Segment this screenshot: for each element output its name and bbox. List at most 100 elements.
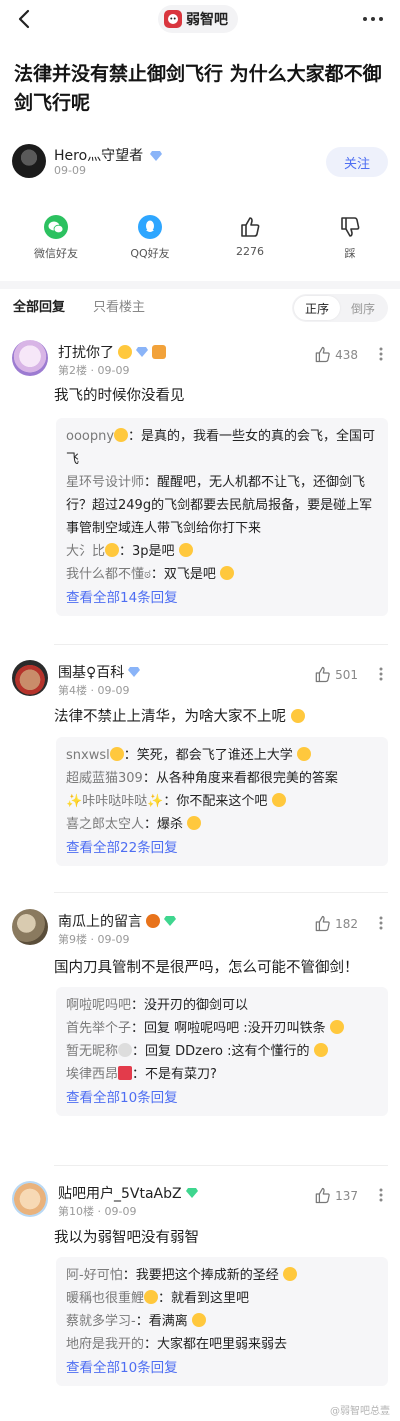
floor-like-count: 501 — [335, 667, 358, 682]
sub-reply[interactable]: 我什么都不懂ಠ：双飞是吧 — [66, 563, 378, 586]
sub-reply-text: ：3p是吧 — [119, 544, 175, 559]
view-all-replies-link[interactable]: 查看全部10条回复 — [66, 1087, 378, 1110]
sub-reply-author: 喜之郎太空人 — [66, 817, 145, 832]
floor-divider — [54, 892, 388, 893]
more-dots-icon — [363, 17, 383, 21]
tab-op-only[interactable]: 只看楼主 — [93, 296, 145, 315]
sort-asc-button[interactable]: 正序 — [294, 296, 340, 320]
grin-emoji-icon — [114, 428, 129, 442]
floor-more-button[interactable] — [374, 664, 388, 684]
share-wechat-button[interactable]: 微信好友 — [16, 214, 96, 261]
thinking-emoji-icon — [313, 1043, 328, 1057]
wink-emoji-icon — [290, 709, 305, 723]
sub-reply-author: 埃律西昂 — [66, 1067, 119, 1082]
sort-desc-button[interactable]: 倒序 — [340, 296, 386, 320]
grin-emoji-icon — [282, 1267, 297, 1281]
floor-content: 国内刀具管制不是很严吗，怎么可能不管御剑！ — [54, 960, 359, 976]
thumbs-up-icon — [315, 1187, 330, 1204]
floor-user[interactable]: 围基♀百科 — [58, 662, 141, 682]
view-all-replies-link[interactable]: 查看全部10条回复 — [66, 1357, 378, 1380]
dislike-button[interactable]: 踩 — [310, 214, 390, 261]
pumpkin-icon — [146, 914, 160, 928]
floor-user[interactable]: 打扰你了 — [58, 342, 166, 362]
author-name-text: Hero灬守望者 — [54, 148, 144, 164]
floor-date: 09-09 — [104, 1205, 137, 1218]
sub-replies: 阿-好可怕：我要把这个捧成新的圣经 暖稱也很重鯉 ：就看到这里吧 蔡就多学习-：看… — [56, 1257, 388, 1386]
sub-reply[interactable]: 阿-好可怕：我要把这个捧成新的圣经 — [66, 1264, 378, 1287]
diamond-badge-icon — [185, 1188, 198, 1198]
diamond-badge-icon — [128, 667, 141, 677]
avatar[interactable] — [12, 340, 48, 376]
floor-meta: 第2楼 · 09-09 — [58, 364, 130, 377]
view-all-replies-link[interactable]: 查看全部14条回复 — [66, 587, 378, 610]
sub-reply[interactable]: 啊啦呢吗吧：没开刃的御剑可以 — [66, 994, 378, 1017]
sub-reply-author: 蔡就多学习- — [66, 1314, 136, 1329]
ring-emoji-icon — [271, 793, 286, 807]
thumbs-up-icon — [241, 217, 260, 237]
sub-reply[interactable]: ooopny ：是真的，我看一些女的真的会飞，全国可飞 — [66, 425, 378, 471]
floor-date: 09-09 — [97, 684, 130, 697]
forum-link[interactable]: 弱智吧 — [158, 5, 238, 33]
sub-reply[interactable]: 暂无昵称 ：回复 DDzero :这有个懂行的 — [66, 1040, 378, 1063]
author-name[interactable]: Hero灬守望者 — [54, 145, 162, 165]
dislike-label: 踩 — [344, 247, 356, 260]
section-divider — [0, 281, 400, 289]
share-qq-label: QQ好友 — [130, 247, 170, 260]
vertical-dots-icon — [379, 1188, 383, 1202]
follow-button[interactable]: 关注 — [326, 147, 388, 177]
floor-like-button[interactable]: 182 — [314, 915, 358, 932]
avatar[interactable] — [12, 909, 48, 945]
thumbs-up-icon — [315, 346, 330, 363]
sub-reply-text: ：你不配来这个吧 — [163, 794, 268, 809]
more-options-button[interactable] — [360, 8, 386, 30]
floor-like-button[interactable]: 438 — [314, 346, 358, 363]
floor-number: 第2楼 — [58, 364, 87, 377]
view-all-replies-link[interactable]: 查看全部22条回复 — [66, 837, 378, 860]
sub-replies: snxwsl ：笑死，都会飞了谁还上大学 超威蓝猫309：从各种角度来看都很完美的… — [56, 737, 388, 866]
sub-reply[interactable]: 星环号设计师：醒醒吧，无人机都不让飞，还御剑飞行？超过249g的飞剑都要去民航局… — [66, 471, 378, 540]
thumbs-down-icon — [341, 217, 360, 237]
sub-reply[interactable]: 大氵比 ：3p是吧 — [66, 540, 378, 563]
floor-like-button[interactable]: 137 — [314, 1187, 358, 1204]
sub-reply[interactable]: ✨咔咔哒咔哒✨：你不配来这个吧 — [66, 790, 378, 813]
like-count: 2276 — [236, 245, 264, 258]
sub-reply-author: 阿-好可怕 — [66, 1268, 123, 1283]
floor-username: 南瓜上的留言 — [58, 914, 142, 930]
sub-reply[interactable]: 暖稱也很重鯉 ：就看到这里吧 — [66, 1287, 378, 1310]
floor-divider — [54, 644, 388, 645]
sub-reply[interactable]: 蔡就多学习-：看满离 — [66, 1310, 378, 1333]
share-qq-button[interactable]: QQ好友 — [110, 214, 190, 261]
floor-username: 打扰你了 — [58, 345, 114, 361]
floor-like-button[interactable]: 501 — [314, 666, 358, 683]
floor-more-button[interactable] — [374, 913, 388, 933]
back-button[interactable] — [12, 6, 36, 32]
sub-reply[interactable]: 喜之郎太空人：爆杀 — [66, 813, 378, 836]
floor-more-button[interactable] — [374, 1185, 388, 1205]
thumbs-up-icon — [315, 915, 330, 932]
like-button[interactable]: 2276 — [210, 214, 290, 258]
floor-number: 第9楼 — [58, 933, 87, 946]
sub-reply-author: ooopny — [66, 429, 115, 444]
forum-logo-icon — [164, 10, 182, 28]
vertical-dots-icon — [379, 916, 383, 930]
tab-all-replies[interactable]: 全部回复 — [13, 296, 65, 315]
sub-reply[interactable]: snxwsl ：笑死，都会飞了谁还上大学 — [66, 744, 378, 767]
laugh-emoji-icon — [220, 566, 235, 580]
diamond-badge-icon — [136, 347, 148, 357]
sub-reply[interactable]: 超威蓝猫309：从各种角度来看都很完美的答案 — [66, 767, 378, 790]
sub-reply[interactable]: 地府是我开的：大家都在吧里弱来弱去 — [66, 1333, 378, 1356]
floor-user[interactable]: 贴吧用户_5VtaAbZ — [58, 1183, 198, 1203]
floor-user[interactable]: 南瓜上的留言 — [58, 911, 176, 931]
avatar[interactable] — [12, 1181, 48, 1217]
smile-emoji-icon — [109, 747, 124, 761]
sub-reply[interactable]: 埃律西昂 ：不是有菜刀? — [66, 1063, 378, 1086]
avatar[interactable] — [12, 660, 48, 696]
floor-meta: 第9楼 · 09-09 — [58, 933, 130, 946]
floor-content-text: 法律不禁止上清华，为啥大家不上呢 — [54, 709, 286, 725]
floor-date: 09-09 — [97, 364, 130, 377]
floor-more-button[interactable] — [374, 344, 388, 364]
sort-order-toggle: 正序 倒序 — [292, 294, 388, 322]
sparkle-icon: ✨ — [147, 794, 164, 809]
sub-reply[interactable]: 首先举个子：回复 啊啦呢吗吧 :没开刃叫铁条 — [66, 1017, 378, 1040]
avatar[interactable] — [12, 144, 46, 178]
